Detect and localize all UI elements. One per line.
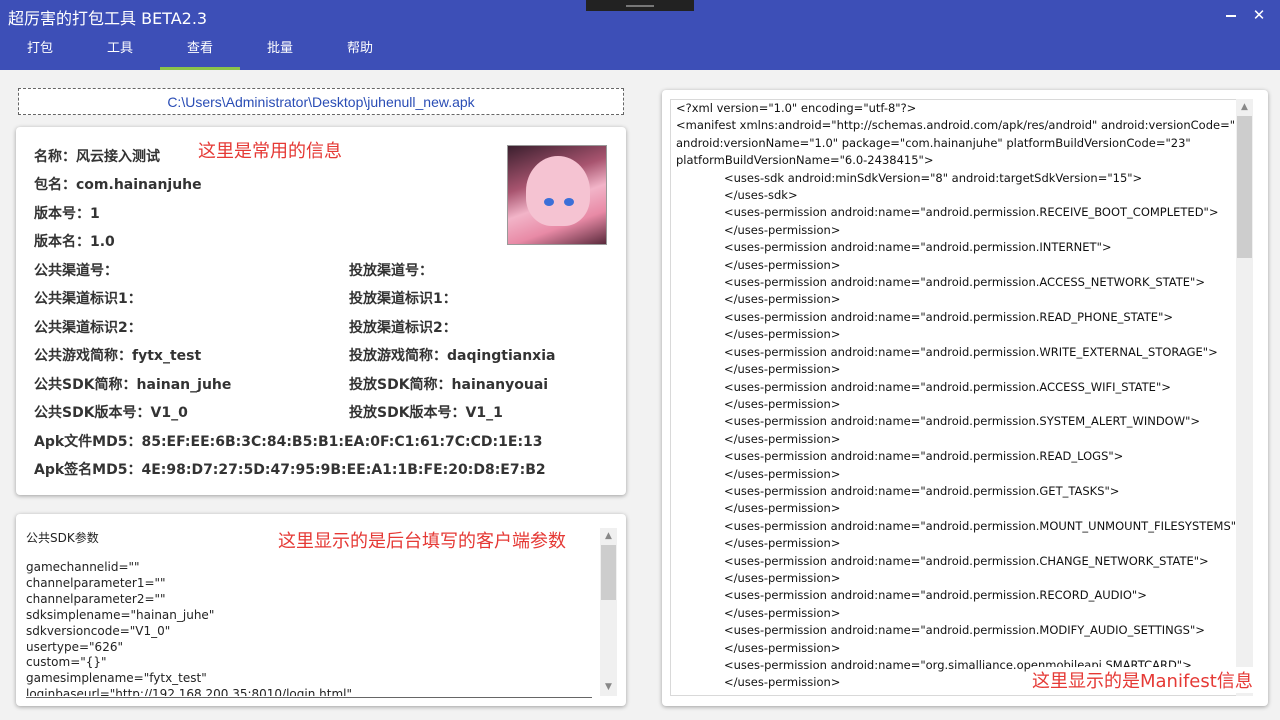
app-icon-image (507, 145, 607, 245)
manifest-line: <uses-sdk android:minSdkVersion="8" andr… (724, 170, 1143, 185)
apk-sign-md5: Apk签名MD5：4E:98:D7:27:5D:47:95:9B:EE:A1:1… (34, 462, 546, 478)
title-bar: 超厉害的打包工具 BETA2.3 ✕ (0, 0, 1280, 32)
sdk-param-line: usertype="626" (26, 639, 123, 654)
manifest-annotation: 这里显示的是Manifest信息 (1030, 667, 1253, 693)
launch-sdk-short: 投放SDK简称：hainanyouai (349, 377, 549, 393)
scrollbar-thumb[interactable] (601, 545, 616, 600)
info-annotation: 这里是常用的信息 (198, 141, 342, 162)
manifest-line: </uses-permission> (724, 640, 841, 655)
manifest-line: <uses-permission android:name="android.p… (724, 275, 1205, 290)
manifest-line: <uses-permission android:name="android.p… (724, 623, 1205, 638)
launch-sdk-version: 投放SDK版本号：V1_1 (349, 405, 503, 421)
apk-path-field[interactable]: C:\Users\Administrator\Desktop\juhenull_… (18, 88, 624, 115)
manifest-text[interactable]: <?xml version="1.0" encoding="utf-8"?> <m… (670, 99, 1236, 696)
manifest-line: <uses-permission android:name="android.p… (724, 553, 1209, 568)
public-channel-tag1: 公共渠道标识1： (34, 291, 142, 307)
manifest-line: </uses-permission> (724, 292, 841, 307)
apk-info-panel: 这里是常用的信息 名称：风云接入测试 包名：com.hainanjuhe 版本号… (16, 127, 626, 495)
launch-channel-tag2: 投放渠道标识2： (349, 320, 457, 336)
menu-view[interactable]: 查看 (160, 32, 240, 70)
scroll-up-icon[interactable]: ▲ (600, 528, 617, 545)
manifest-line: <manifest xmlns:android="http://schemas.… (676, 118, 1236, 133)
sdk-param-line: sdkversioncode="V1_0" (26, 623, 171, 638)
public-channel-id: 公共渠道号： (34, 263, 118, 279)
manifest-line: <uses-permission android:name="android.p… (724, 379, 1171, 394)
manifest-line: </uses-permission> (724, 222, 841, 237)
manifest-scrollbar[interactable]: ▲ ▼ (1236, 99, 1253, 696)
sdk-param-line: sdksimplename="hainan_juhe" (26, 607, 215, 622)
sdk-params-text[interactable]: gamechannelid="" channelparameter1="" ch… (26, 560, 592, 696)
sdk-param-line: channelparameter1="" (26, 575, 166, 590)
window-title: 超厉害的打包工具 BETA2.3 (8, 9, 208, 28)
manifest-line: <uses-permission android:name="android.p… (724, 344, 1218, 359)
scrollbar-thumb[interactable] (1237, 116, 1252, 258)
manifest-line: </uses-permission> (724, 431, 841, 446)
public-sdk-version: 公共SDK版本号：V1_0 (34, 405, 188, 421)
package-name: 包名：com.hainanjuhe (34, 177, 202, 193)
manifest-line: </uses-permission> (724, 396, 841, 411)
manifest-line: <uses-permission android:name="android.p… (724, 483, 1120, 498)
minimize-icon (1226, 14, 1236, 17)
version-name: 版本名：1.0 (34, 234, 115, 250)
launch-channel-tag1: 投放渠道标识1： (349, 291, 457, 307)
manifest-line: </uses-permission> (724, 327, 841, 342)
manifest-line: <uses-permission android:name="android.p… (724, 205, 1219, 220)
manifest-line: <uses-permission android:name="android.p… (724, 449, 1124, 464)
scroll-up-icon[interactable]: ▲ (1236, 99, 1253, 116)
scroll-down-icon[interactable]: ▼ (600, 679, 617, 696)
manifest-line: platformBuildVersionName="6.0-2438415"> (676, 153, 934, 168)
sdk-param-line: channelparameter2="" (26, 591, 166, 606)
manifest-line: <uses-permission android:name="android.p… (724, 518, 1236, 533)
sdk-params-title: 公共SDK参数 (26, 531, 99, 545)
public-game-short: 公共游戏简称：fytx_test (34, 348, 202, 364)
manifest-line: <uses-permission android:name="android.p… (724, 588, 1147, 603)
app-name: 名称：风云接入测试 (34, 149, 160, 165)
manifest-line: <?xml version="1.0" encoding="utf-8"?> (676, 101, 917, 115)
manifest-line: </uses-permission> (724, 570, 841, 585)
sdk-params-annotation: 这里显示的是后台填写的客户端参数 (278, 531, 566, 552)
manifest-line: </uses-permission> (724, 501, 841, 516)
sdk-param-line: gamechannelid="" (26, 560, 140, 574)
sdk-params-panel: 公共SDK参数 这里显示的是后台填写的客户端参数 gamechannelid="… (16, 514, 626, 706)
menu-tools[interactable]: 工具 (80, 32, 160, 70)
manifest-panel: <?xml version="1.0" encoding="utf-8"?> <m… (662, 90, 1268, 706)
sdk-params-divider (26, 697, 592, 698)
manifest-line: </uses-permission> (724, 362, 841, 377)
menu-pack[interactable]: 打包 (0, 32, 80, 70)
manifest-line: <uses-permission android:name="android.p… (724, 309, 1173, 324)
manifest-line: android:versionName="1.0" package="com.h… (676, 135, 1191, 150)
sdk-param-line: gamesimplename="fytx_test" (26, 671, 207, 686)
menu-batch[interactable]: 批量 (240, 32, 320, 70)
apk-file-md5: Apk文件MD5：85:EF:EE:6B:3C:84:B5:B1:EA:0F:C… (34, 434, 543, 450)
sdk-param-line: loginbaseurl="http://192.168.200.35:8010… (26, 687, 352, 696)
launch-game-short: 投放游戏简称：daqingtianxia (349, 348, 556, 364)
launch-channel-id: 投放渠道号： (349, 263, 433, 279)
manifest-line: <uses-permission android:name="android.p… (724, 414, 1201, 429)
version-code: 版本号：1 (34, 206, 100, 222)
minimize-button[interactable] (1222, 6, 1240, 24)
sdk-param-line: custom="{}" (26, 655, 107, 670)
manifest-line: <uses-permission android:name="android.p… (724, 240, 1112, 255)
public-sdk-short: 公共SDK简称：hainan_juhe (34, 377, 232, 393)
manifest-line: </uses-permission> (724, 257, 841, 272)
menu-bar: 打包 工具 查看 批量 帮助 (0, 32, 1280, 70)
manifest-line: </uses-permission> (724, 466, 841, 481)
close-button[interactable]: ✕ (1250, 6, 1268, 24)
drag-handle[interactable] (586, 0, 694, 11)
public-channel-tag2: 公共渠道标识2： (34, 320, 142, 336)
sdk-params-scrollbar[interactable]: ▲ ▼ (600, 528, 617, 696)
menu-help[interactable]: 帮助 (320, 32, 400, 70)
manifest-line: </uses-sdk> (724, 188, 798, 203)
close-icon: ✕ (1252, 6, 1266, 24)
manifest-line: </uses-permission> (724, 536, 841, 551)
manifest-line: </uses-permission> (724, 605, 841, 620)
